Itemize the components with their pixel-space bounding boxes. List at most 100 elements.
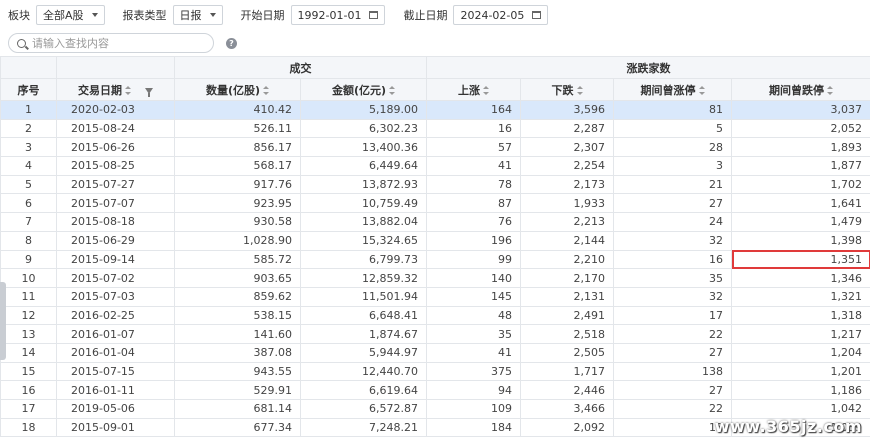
cell-limit-up[interactable]: 27 (613, 193, 732, 214)
cell-down[interactable]: 2,213 (520, 212, 614, 232)
cell-up[interactable]: 109 (426, 399, 521, 419)
cell-date[interactable]: 2015-09-14 (56, 249, 175, 270)
cell-down[interactable]: 2,170 (520, 268, 614, 288)
table-row[interactable]: 16 2016-01-11 529.91 6,619.64 94 2,446 27 1,186 (0, 380, 870, 400)
cell-up[interactable]: 94 (426, 380, 521, 400)
cell-down[interactable]: 2,518 (520, 324, 614, 344)
cell-amount[interactable]: 6,572.87 (300, 399, 427, 419)
cell-limit-up[interactable]: 21 (613, 174, 732, 195)
cell-limit-up[interactable]: 16 (613, 249, 732, 270)
table-row[interactable]: 8 2015-06-29 1,028.90 15,324.65 196 2,144 32 1,… (0, 230, 870, 251)
cell-volume[interactable]: 410.42 (174, 100, 301, 120)
cell-limit-down[interactable]: 1,702 (731, 174, 870, 195)
cell-amount[interactable]: 6,799.73 (300, 249, 427, 270)
cell-down[interactable]: 1,933 (520, 193, 614, 214)
cell-idx[interactable]: 4 (0, 156, 57, 176)
cell-date[interactable]: 2015-07-15 (56, 361, 175, 382)
sort-icon[interactable] (827, 86, 833, 95)
cell-limit-down[interactable]: 3,037 (731, 100, 870, 120)
cell-up[interactable]: 48 (426, 305, 521, 326)
sort-icon[interactable] (576, 86, 583, 95)
table-row[interactable]: 1 2020-02-03 410.42 5,189.00 164 3,596 81 3,037 (0, 100, 870, 120)
cell-limit-down[interactable]: 1,398 (731, 230, 870, 251)
cell-date[interactable]: 2015-08-24 (56, 118, 175, 139)
cell-date[interactable]: 2016-01-11 (56, 380, 175, 400)
cell-limit-up[interactable]: 32 (613, 230, 732, 251)
cell-down[interactable]: 3,466 (520, 399, 614, 419)
cell-date[interactable]: 2015-08-25 (56, 156, 175, 176)
cell-idx[interactable]: 14 (0, 342, 57, 363)
cell-limit-up[interactable]: 5 (613, 118, 732, 139)
cell-up[interactable]: 184 (426, 417, 521, 438)
cell-volume[interactable]: 681.14 (174, 399, 301, 419)
cell-limit-down[interactable]: 1,893 (731, 137, 870, 158)
cell-limit-up[interactable]: 27 (613, 380, 732, 400)
cell-amount[interactable]: 11,501.94 (300, 286, 427, 307)
cell-idx[interactable]: 16 (0, 380, 57, 400)
cell-amount[interactable]: 13,400.36 (300, 137, 427, 158)
end-date-picker[interactable]: 2024-02-05 (453, 5, 549, 25)
cell-amount[interactable]: 7,248.21 (300, 417, 427, 438)
cell-idx[interactable]: 15 (0, 361, 57, 382)
cell-limit-up[interactable]: 22 (613, 399, 732, 419)
cell-idx[interactable]: 17 (0, 399, 57, 419)
header-volume[interactable]: 数量(亿股) (174, 78, 301, 101)
report-type-select[interactable]: 日报 (172, 5, 223, 25)
cell-up[interactable]: 140 (426, 268, 521, 288)
cell-amount[interactable]: 6,302.23 (300, 118, 427, 139)
cell-limit-down[interactable]: 1,479 (731, 212, 870, 232)
cell-amount[interactable]: 13,872.93 (300, 174, 427, 195)
search-input[interactable] (32, 36, 202, 50)
cell-down[interactable]: 2,254 (520, 156, 614, 176)
header-limit-up[interactable]: 期间曾涨停 (613, 78, 732, 101)
table-row[interactable]: 12 2016-02-25 538.15 6,648.41 48 2,491 17 1,318 (0, 305, 870, 326)
cell-date[interactable]: 2015-07-27 (56, 174, 175, 195)
table-row[interactable]: 6 2015-07-07 923.95 10,759.49 87 1,933 27 1,641 (0, 193, 870, 214)
cell-down[interactable]: 3,596 (520, 100, 614, 120)
search-box[interactable] (8, 33, 214, 53)
cell-up[interactable]: 16 (426, 118, 521, 139)
cell-amount[interactable]: 6,648.41 (300, 305, 427, 326)
cell-volume[interactable]: 387.08 (174, 342, 301, 363)
cell-up[interactable]: 99 (426, 249, 521, 270)
cell-volume[interactable]: 859.62 (174, 286, 301, 307)
side-collapse-handle[interactable] (0, 282, 6, 360)
cell-limit-down[interactable]: 1,042 (731, 399, 870, 419)
cell-volume[interactable]: 526.11 (174, 118, 301, 139)
cell-amount[interactable]: 15,324.65 (300, 230, 427, 251)
sort-icon[interactable] (698, 86, 705, 95)
cell-volume[interactable]: 930.58 (174, 212, 301, 232)
cell-down[interactable]: 2,505 (520, 342, 614, 363)
cell-up[interactable]: 76 (426, 212, 521, 232)
cell-volume[interactable]: 1,028.90 (174, 230, 301, 251)
cell-down[interactable]: 2,307 (520, 137, 614, 158)
cell-amount[interactable]: 12,859.32 (300, 268, 427, 288)
table-row[interactable]: 5 2015-07-27 917.76 13,872.93 78 2,173 21 1,702 (0, 174, 870, 195)
cell-idx[interactable]: 6 (0, 193, 57, 214)
cell-limit-down[interactable]: 1,217 (731, 324, 870, 344)
cell-amount[interactable]: 12,440.70 (300, 361, 427, 382)
cell-amount[interactable]: 6,619.64 (300, 380, 427, 400)
cell-limit-up[interactable]: 3 (613, 156, 732, 176)
cell-idx[interactable]: 7 (0, 212, 57, 232)
cell-down[interactable]: 2,144 (520, 230, 614, 251)
filter-icon[interactable] (145, 87, 153, 97)
cell-idx[interactable]: 9 (0, 249, 57, 270)
table-row[interactable]: 11 2015-07-03 859.62 11,501.94 145 2,131 32 1,3… (0, 286, 870, 307)
cell-date[interactable]: 2015-07-03 (56, 286, 175, 307)
cell-limit-down[interactable]: 1,641 (731, 193, 870, 214)
cell-down[interactable]: 2,446 (520, 380, 614, 400)
cell-idx[interactable]: 13 (0, 324, 57, 344)
table-row[interactable]: 14 2016-01-04 387.08 5,944.97 41 2,505 27 1,204 (0, 342, 870, 363)
table-row[interactable]: 3 2015-06-26 856.17 13,400.36 57 2,307 28 1,893 (0, 137, 870, 158)
cell-up[interactable]: 87 (426, 193, 521, 214)
cell-up[interactable]: 164 (426, 100, 521, 120)
cell-date[interactable]: 2015-08-18 (56, 212, 175, 232)
cell-down[interactable]: 2,173 (520, 174, 614, 195)
sort-icon[interactable] (125, 86, 131, 95)
cell-idx[interactable]: 10 (0, 268, 57, 288)
cell-down[interactable]: 1,717 (520, 361, 614, 382)
header-date[interactable]: 交易日期 (56, 78, 175, 101)
cell-up[interactable]: 78 (426, 174, 521, 195)
cell-volume[interactable]: 585.72 (174, 249, 301, 270)
